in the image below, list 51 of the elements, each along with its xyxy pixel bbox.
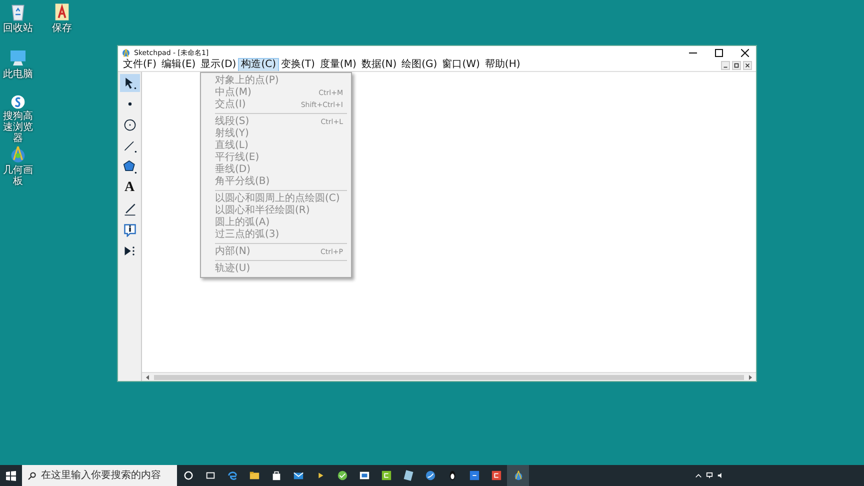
chevron-up-icon[interactable] (695, 472, 702, 479)
tile-app-icon[interactable] (490, 470, 502, 481)
menu-item[interactable]: 编辑(E) (160, 59, 198, 71)
scroll-right-icon[interactable] (748, 374, 753, 380)
menu-item[interactable]: 显示(D) (198, 59, 238, 71)
menu-item[interactable]: 窗口(W) (440, 59, 482, 71)
speaker-icon[interactable] (717, 472, 724, 479)
browser-icon[interactable] (226, 470, 238, 481)
text-tool[interactable]: A (120, 179, 140, 197)
globe-app-icon[interactable] (424, 470, 436, 481)
search-icon (28, 472, 36, 480)
network-icon[interactable] (706, 472, 713, 479)
compass-app-icon[interactable] (512, 470, 524, 481)
desktop-icon-label[interactable]: 回收站 (0, 23, 36, 34)
bracket-app-icon[interactable] (380, 470, 392, 481)
arrow-tool-icon (122, 76, 136, 90)
menu-item[interactable]: 帮助(H) (482, 59, 522, 71)
windows-start-icon[interactable] (6, 470, 16, 480)
play-dots-tool-icon (122, 244, 136, 258)
menu-item[interactable]: 变换(T) (279, 59, 317, 71)
desktop-icon-label[interactable]: 搜狗高速浏览器 (0, 111, 36, 144)
line-tool-icon (122, 139, 136, 153)
polygon-tool-icon (122, 160, 136, 174)
info-tool-icon (122, 223, 136, 237)
compass-app-icon (122, 48, 130, 56)
point-tool-icon (128, 102, 132, 106)
desktop-icon-label[interactable]: 此电脑 (0, 69, 36, 80)
square-app-icon[interactable] (468, 470, 480, 481)
restore-icon[interactable] (732, 60, 741, 70)
menu-item[interactable]: 文件(F) (121, 59, 159, 71)
scroll-left-icon[interactable] (145, 374, 150, 380)
desktop-icon-label[interactable]: 保存 (44, 23, 80, 34)
folder-icon[interactable] (248, 470, 260, 481)
desktop-icon-label[interactable]: 几何画板 (0, 165, 36, 187)
monitor-icon (8, 48, 28, 68)
mail-icon[interactable] (292, 470, 304, 481)
shopping-bag-icon[interactable] (270, 470, 282, 481)
circle-tool-icon (122, 118, 136, 132)
menu-item[interactable]: 构造(C) (239, 59, 278, 71)
horizontal-scrollbar[interactable] (142, 372, 756, 381)
circle-icon[interactable] (182, 470, 194, 481)
pen-tool-icon (122, 202, 136, 216)
round-app-icon[interactable] (336, 470, 348, 481)
menu-item[interactable]: 度量(M) (318, 59, 358, 71)
tool-button[interactable] (120, 74, 140, 92)
menu-item[interactable]: 绘图(G) (400, 59, 440, 71)
window-app-icon[interactable] (358, 470, 370, 481)
maximize-icon[interactable] (715, 48, 723, 56)
task-view-icon[interactable] (204, 470, 216, 481)
menu-item[interactable]: 数据(N) (359, 59, 399, 71)
close-icon[interactable] (741, 48, 749, 56)
